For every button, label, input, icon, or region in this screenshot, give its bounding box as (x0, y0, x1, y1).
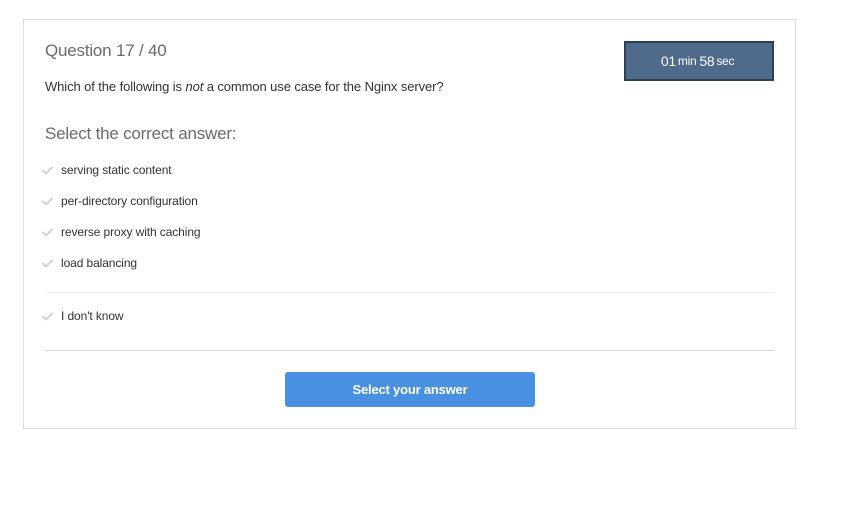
countdown-timer: 01 min 58 sec (624, 41, 774, 81)
answer-option-1[interactable]: serving static content (39, 160, 172, 180)
question-text: Which of the following is not a common u… (45, 79, 444, 94)
question-text-before: Which of the following is (45, 79, 186, 94)
quiz-card: Question 17 / 40 01 min 58 sec Which of … (23, 19, 796, 429)
checkmark-icon (39, 193, 55, 209)
answer-option-label: serving static content (61, 163, 172, 177)
timer-sec-label: sec (716, 54, 735, 68)
checkmark-icon (39, 224, 55, 240)
answer-option-label: I don't know (61, 309, 124, 323)
answer-option-label: per-directory configuration (61, 194, 198, 208)
answer-option-4[interactable]: load balancing (39, 253, 137, 273)
answers-heading: Select the correct answer: (45, 124, 237, 143)
question-counter: Question 17 / 40 (45, 41, 167, 60)
answer-option-2[interactable]: per-directory configuration (39, 191, 198, 211)
checkmark-icon (39, 255, 55, 271)
timer-seconds: 58 (699, 53, 715, 69)
footer-divider (45, 350, 775, 351)
options-divider (45, 292, 775, 293)
answer-option-3[interactable]: reverse proxy with caching (39, 222, 201, 242)
answer-option-dont-know[interactable]: I don't know (39, 306, 124, 326)
answer-option-label: load balancing (61, 256, 137, 270)
timer-minutes: 01 (660, 53, 676, 69)
checkmark-icon (39, 162, 55, 178)
timer-min-label: min (677, 54, 697, 68)
question-emphasis: not (185, 79, 204, 94)
submit-answer-button[interactable]: Select your answer (285, 372, 535, 407)
question-text-after: a common use case for the Nginx server? (203, 79, 444, 94)
answer-option-label: reverse proxy with caching (61, 225, 201, 239)
checkmark-icon (39, 308, 55, 324)
